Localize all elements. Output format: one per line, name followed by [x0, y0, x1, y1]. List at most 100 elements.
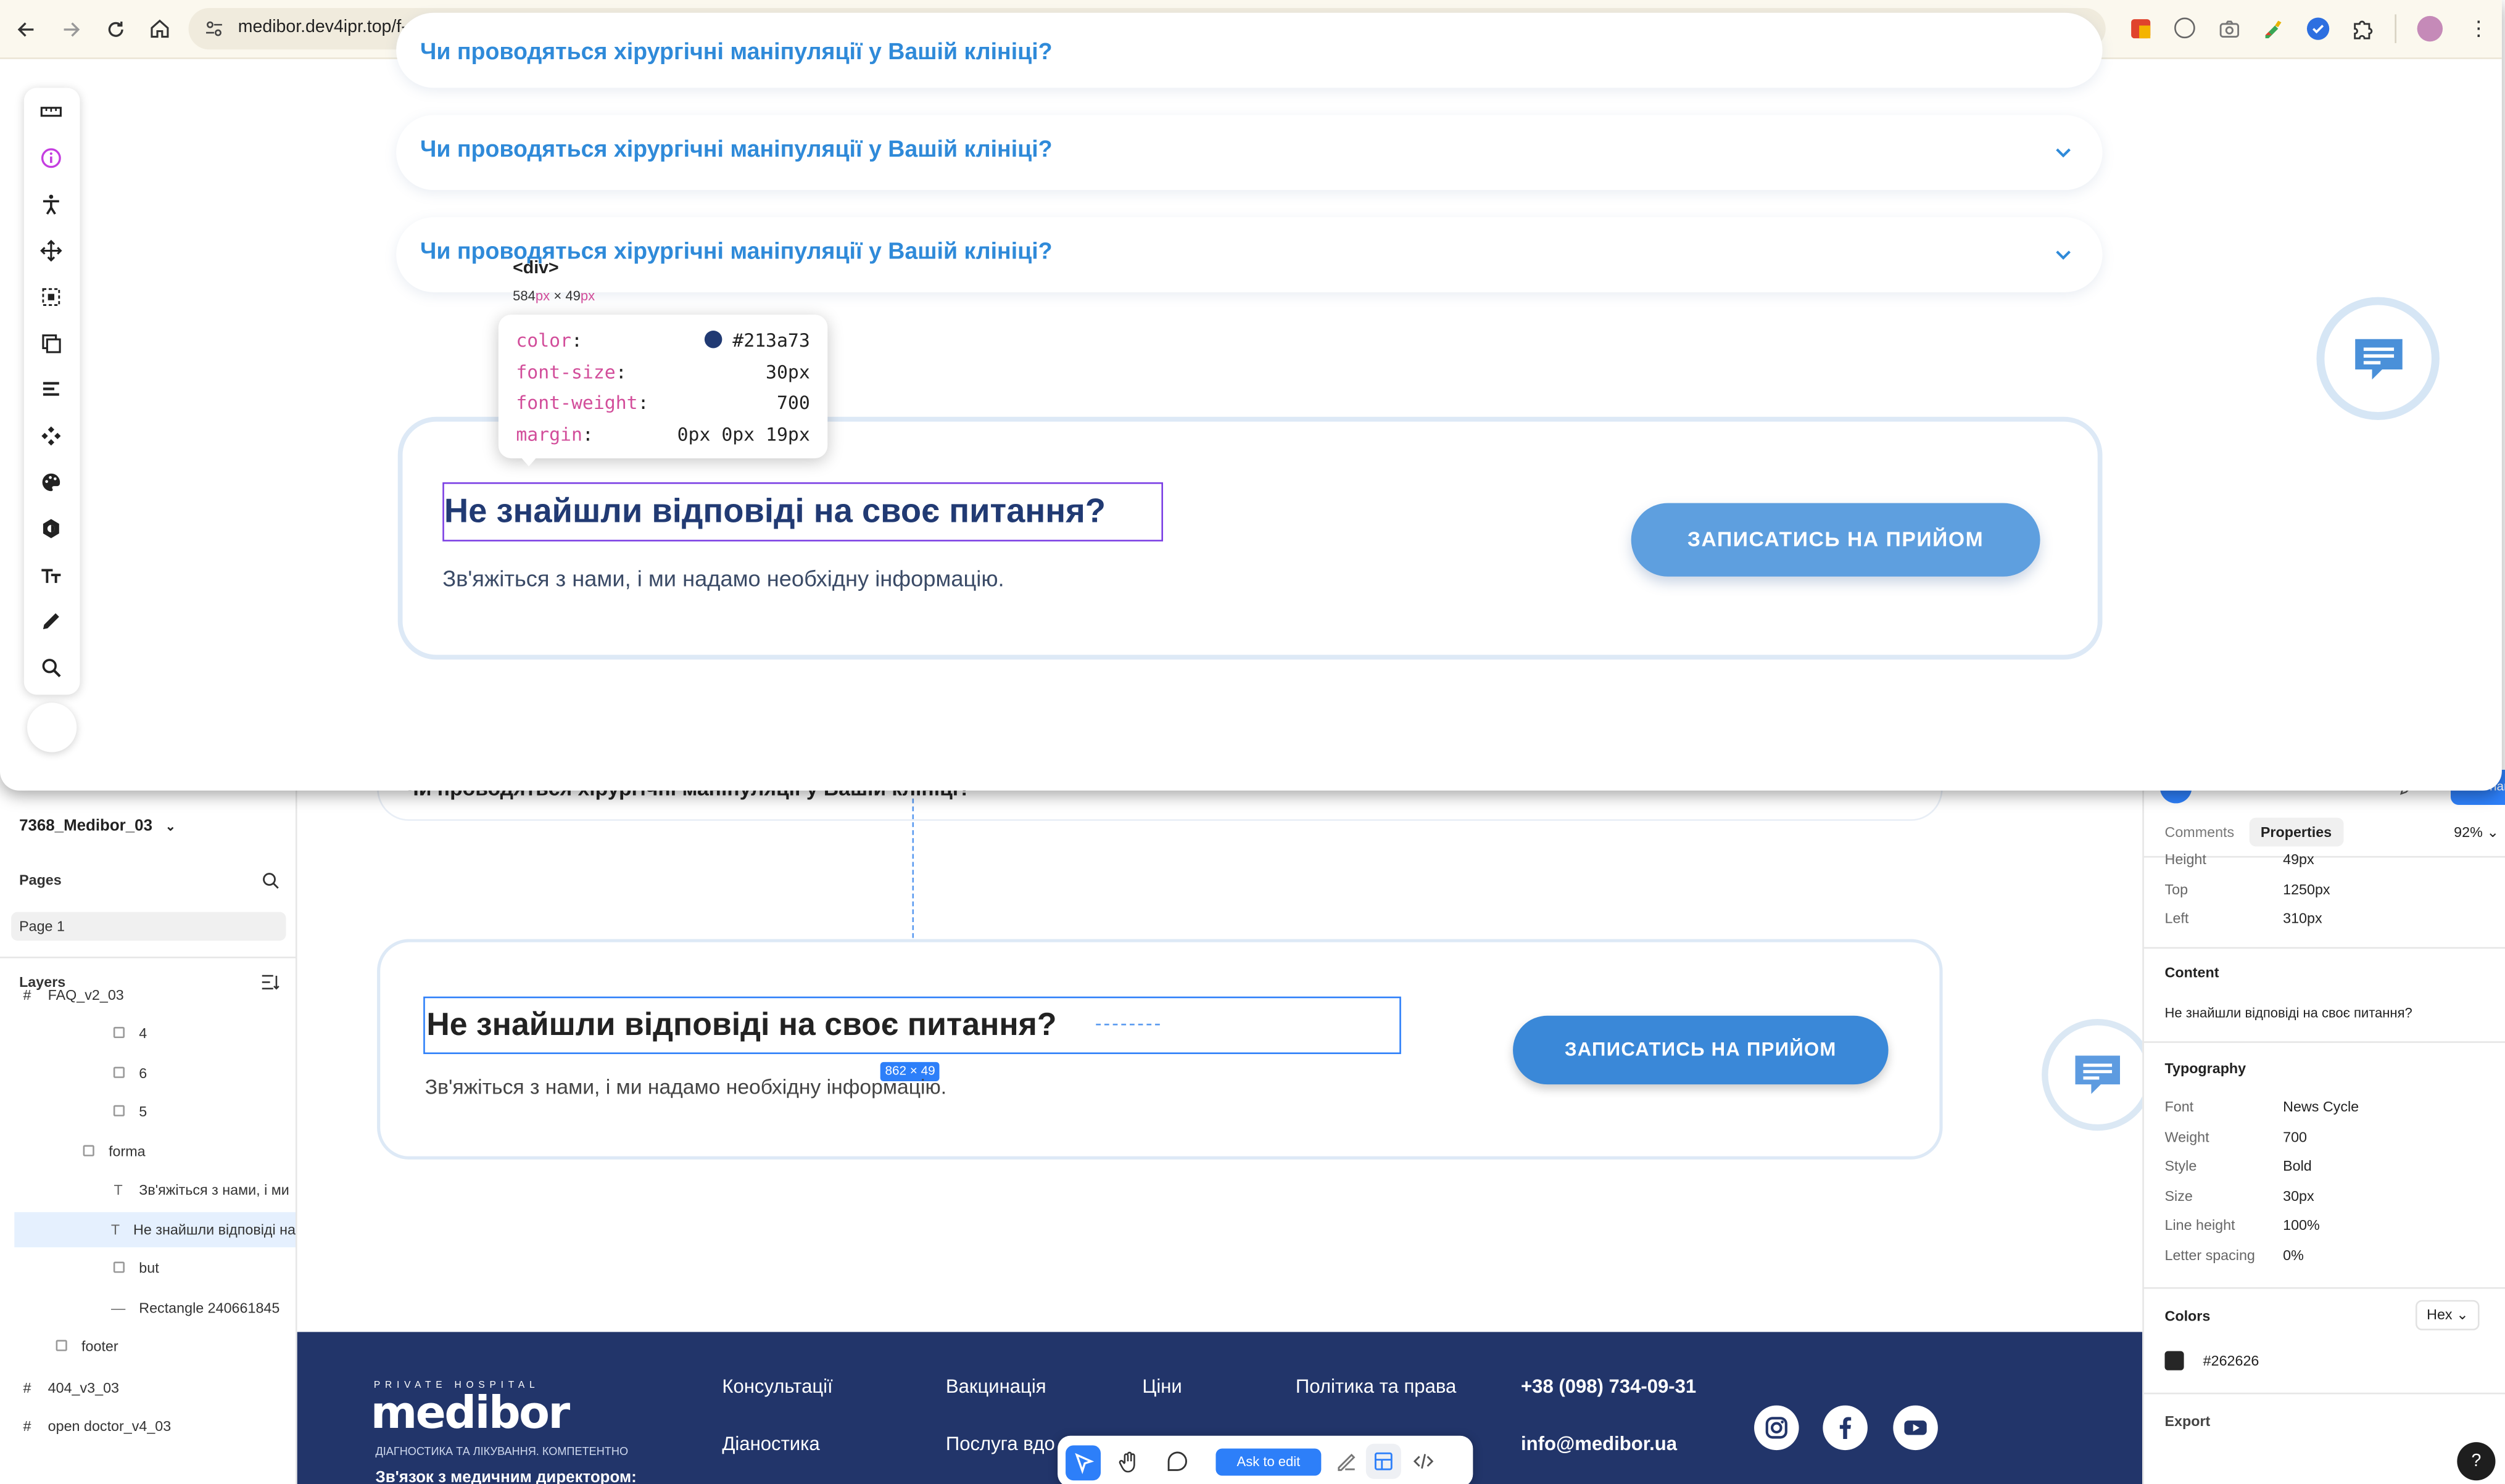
- inspector-prop-name: font-weight:: [516, 392, 649, 414]
- pages-heading: Pages: [19, 862, 296, 897]
- layer-item[interactable]: 4: [0, 1016, 296, 1051]
- layer-item[interactable]: T Не знайшли відповіді на: [14, 1212, 296, 1248]
- canvas-cta-subtitle: Зв'яжіться з нами, і ми надамо необхідну…: [424, 1074, 947, 1099]
- chat-widget[interactable]: [2316, 297, 2440, 420]
- color-swatch[interactable]: [2164, 1351, 2184, 1371]
- canvas-cta-button-label: ЗАПИСАТИСЬ НА ПРИЙОМ: [1564, 1038, 1837, 1061]
- ask-to-edit-button[interactable]: Ask to edit: [1215, 1448, 1322, 1476]
- instagram-icon: [1754, 1405, 1799, 1451]
- tab-comments[interactable]: Comments: [2165, 824, 2235, 840]
- pencil-icon[interactable]: [40, 610, 62, 632]
- ask-to-edit-label: Ask to edit: [1236, 1453, 1301, 1470]
- search-icon[interactable]: [262, 872, 279, 889]
- zoom-menu[interactable]: 92% ⌄: [2454, 824, 2499, 841]
- prop-value-text: 0px 0px 19px: [677, 423, 810, 446]
- camera-extension-icon[interactable]: [2219, 19, 2240, 38]
- back-icon[interactable]: [16, 19, 37, 40]
- footer-link: Послуга вдо: [945, 1432, 1055, 1455]
- layer-item[interactable]: 5: [0, 1094, 296, 1129]
- layer-name: footer: [81, 1338, 118, 1354]
- profile-avatar[interactable]: [2417, 15, 2443, 42]
- file-name-menu[interactable]: 7368_Medibor_03 ⌄: [19, 808, 296, 843]
- inspector-prop-row: font-size: 30px: [516, 359, 809, 384]
- layer-item[interactable]: — Rectangle 240661845: [0, 1290, 296, 1325]
- layer-item[interactable]: 6: [0, 1056, 296, 1091]
- inspector-width: 584: [513, 287, 536, 303]
- book-appointment-button[interactable]: ЗАПИСАТИСЬ НА ПРИЙОМ: [1631, 503, 2040, 577]
- inspector-prop-row: color: #213a73: [516, 328, 809, 353]
- layer-name: Не знайшли відповіді на: [133, 1221, 296, 1238]
- inspector-height: 49: [565, 287, 581, 303]
- layer-item[interactable]: # open doctor_v4_03: [0, 1409, 296, 1444]
- layer-name: open doctor_v4_03: [48, 1418, 172, 1435]
- tab-properties[interactable]: Properties: [2249, 817, 2343, 847]
- accessibility-icon[interactable]: [40, 193, 62, 215]
- faq-item[interactable]: Чи проводяться хірургічні маніпуляції у …: [396, 12, 2103, 88]
- footer-link: Діаностика: [722, 1432, 820, 1455]
- browser-menu-icon[interactable]: ⋮: [2468, 16, 2489, 41]
- home-icon[interactable]: [149, 17, 171, 39]
- group-icon: [110, 1065, 126, 1081]
- reload-icon[interactable]: [106, 19, 126, 40]
- prop-value-text: 700: [776, 392, 810, 414]
- typography-icon[interactable]: [40, 564, 62, 586]
- tab-comments-label: Comments: [2164, 824, 2235, 840]
- tab-properties-label: Properties: [2260, 824, 2332, 840]
- select-area-icon[interactable]: [40, 286, 62, 308]
- inspector-prop-name: margin:: [516, 423, 594, 446]
- help-label: ?: [2471, 1451, 2482, 1471]
- figma-toolbar: Ask to edit: [1058, 1435, 1473, 1484]
- page-item-page-1[interactable]: Page 1: [11, 912, 286, 941]
- grammar-extension-icon[interactable]: [2174, 17, 2195, 39]
- group-icon: [110, 1025, 126, 1041]
- forward-icon[interactable]: [60, 19, 81, 40]
- zoom-icon[interactable]: [40, 656, 62, 678]
- layers-icon[interactable]: [40, 332, 62, 355]
- inspect-icon[interactable]: [1365, 1443, 1401, 1479]
- layer-name: 5: [139, 1103, 147, 1120]
- group-icon: [80, 1144, 96, 1160]
- site-settings-icon[interactable]: [204, 19, 223, 38]
- inspector-prop-value: 0px 0px 19px: [677, 423, 810, 445]
- align-icon[interactable]: [40, 379, 62, 401]
- hand-tool-icon[interactable]: [1119, 1450, 1141, 1473]
- check-extension-icon[interactable]: [2306, 17, 2330, 40]
- faq-item[interactable]: Чи проводяться хірургічні маніпуляції у …: [396, 217, 2103, 292]
- component-icon[interactable]: [40, 425, 62, 447]
- color-picker-extension-icon[interactable]: [2262, 17, 2283, 39]
- export-heading: Export: [2164, 1413, 2211, 1430]
- layer-name: forma: [109, 1143, 146, 1160]
- layer-item[interactable]: footer: [0, 1329, 296, 1364]
- ruler-icon[interactable]: [40, 101, 62, 123]
- brand-logo: medibor: [370, 1386, 570, 1439]
- layer-item[interactable]: #404_v3_03: [0, 1371, 296, 1406]
- info-icon[interactable]: [40, 147, 62, 169]
- comment-icon[interactable]: [1166, 1450, 1188, 1472]
- extension-icon[interactable]: [2131, 19, 2151, 39]
- layer-item[interactable]: # FAQ_v2_03: [0, 978, 296, 1013]
- annotate-icon[interactable]: [1336, 1450, 1358, 1472]
- layer-item[interactable]: T Зв'яжіться з нами, і ми: [0, 1173, 296, 1208]
- dev-tools-toggle[interactable]: [27, 703, 77, 752]
- color-format-select[interactable]: Hex ⌄: [2416, 1300, 2480, 1330]
- move-icon[interactable]: [40, 239, 62, 262]
- palette-icon[interactable]: [40, 471, 62, 493]
- move-tool-icon[interactable]: [1066, 1445, 1101, 1481]
- layer-name: but: [139, 1259, 159, 1276]
- height-label: Height: [2164, 851, 2206, 867]
- prop-name-text: font-size: [516, 360, 616, 383]
- contrast-icon[interactable]: [40, 517, 62, 540]
- code-icon[interactable]: [1412, 1450, 1435, 1472]
- layer-item[interactable]: but: [0, 1250, 296, 1285]
- inspector-tooltip: color: #213a73 font-size: 30px font-weight: 7…: [498, 315, 828, 459]
- help-button[interactable]: ?: [2457, 1442, 2496, 1481]
- divider: [2143, 1041, 2505, 1043]
- layer-item[interactable]: forma: [0, 1134, 296, 1169]
- text-layer-icon: T: [114, 1182, 123, 1198]
- extensions-puzzle-icon[interactable]: [2351, 17, 2374, 39]
- facebook-icon: [1823, 1405, 1868, 1451]
- page-item-label: Page 1: [19, 918, 65, 934]
- figma-canvas[interactable]: Чи проводяться хірургічні маніпуляції у …: [297, 766, 2143, 1484]
- colors-heading: Colors: [2164, 1308, 2211, 1324]
- faq-item[interactable]: Чи проводяться хірургічні маніпуляції у …: [396, 115, 2103, 191]
